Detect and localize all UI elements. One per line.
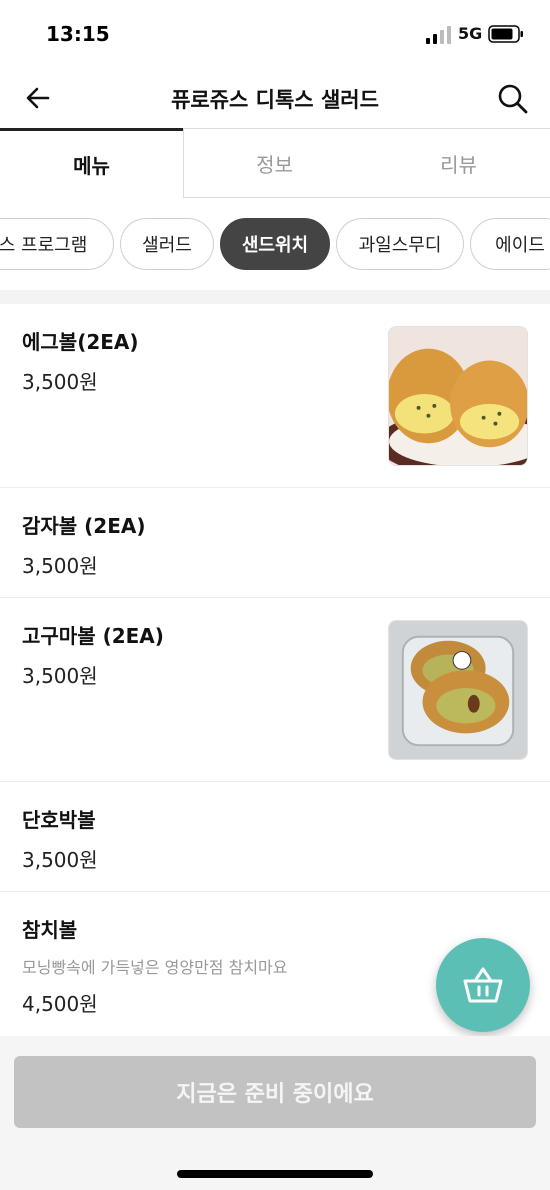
tab-bar: 메뉴 정보 리뷰 (0, 128, 550, 198)
menu-item-sweet-potato-ball[interactable]: 고구마볼 (2EA) 3,500원 (0, 598, 550, 782)
item-name: 참치볼 (22, 918, 78, 942)
sweet-potato-ball-photo (388, 620, 528, 760)
tab-menu[interactable]: 메뉴 (0, 128, 183, 198)
chip-program[interactable]: 스 프로그램 (0, 218, 114, 270)
category-chip-bar: 스 프로그램 샐러드 샌드위치 과일스무디 에이드 (0, 218, 550, 272)
egg-ball-photo (388, 326, 528, 466)
network-label: 5G (458, 24, 483, 43)
order-button-disabled[interactable]: 지금은 준비 중이에요 (14, 1056, 536, 1128)
menu-item-egg-ball[interactable]: 에그볼(2EA) 3,500원 (0, 304, 550, 488)
search-icon[interactable] (496, 82, 530, 116)
app-header: 퓨로쥬스 디톡스 샐러드 (0, 70, 550, 130)
battery-icon (488, 25, 523, 43)
home-indicator (177, 1170, 373, 1178)
item-description: 모닝빵속에 가득넣은 영양만점 참치마요 (22, 958, 288, 977)
tab-info[interactable]: 정보 (183, 128, 366, 198)
page-title: 퓨로쥬스 디톡스 샐러드 (171, 88, 379, 112)
item-price: 3,500원 (22, 554, 98, 578)
item-price: 3,500원 (22, 848, 98, 872)
basket-icon (463, 967, 503, 1003)
status-bar: 13:15 5G (0, 0, 550, 70)
chip-smoothie[interactable]: 과일스무디 (336, 218, 464, 270)
menu-item-potato-ball[interactable]: 감자볼 (2EA) 3,500원 (0, 488, 550, 598)
item-price: 3,500원 (22, 370, 98, 394)
item-name: 감자볼 (2EA) (22, 514, 146, 538)
item-name: 단호박볼 (22, 808, 96, 832)
item-name: 에그볼(2EA) (22, 330, 139, 354)
tab-review[interactable]: 리뷰 (367, 128, 550, 198)
cart-button[interactable] (436, 938, 530, 1032)
chip-salad[interactable]: 샐러드 (120, 218, 214, 270)
menu-item-pumpkin-ball[interactable]: 단호박볼 3,500원 (0, 782, 550, 892)
item-name: 고구마볼 (2EA) (22, 624, 164, 648)
chip-sandwich[interactable]: 샌드위치 (220, 218, 330, 270)
item-price: 3,500원 (22, 664, 98, 688)
chip-ade[interactable]: 에이드 (470, 218, 550, 270)
bottom-bar: 지금은 준비 중이에요 (0, 1036, 550, 1190)
status-time: 13:15 (46, 22, 110, 46)
signal-icon (426, 26, 451, 44)
section-divider (0, 290, 550, 304)
item-price: 4,500원 (22, 992, 98, 1016)
